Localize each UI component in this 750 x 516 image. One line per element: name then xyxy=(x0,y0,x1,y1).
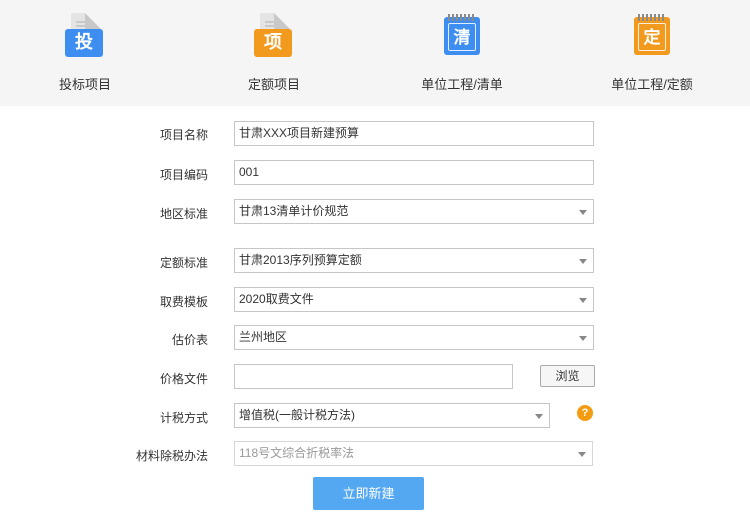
material-tax-value: 118号文综合折税率法 xyxy=(239,446,355,460)
create-now-button[interactable]: 立即新建 xyxy=(313,477,424,510)
tax-method-label: 计税方式 xyxy=(159,411,208,425)
project-name-label: 项目名称 xyxy=(159,128,208,142)
tab-unit-quota-label: 单位工程/定额 xyxy=(611,77,693,92)
quota-notebook-icon: 定 xyxy=(632,13,672,57)
tab-unit-quota[interactable]: 定 单位工程/定额 xyxy=(562,0,742,106)
project-code-label: 项目编码 xyxy=(159,168,208,182)
project-name-input[interactable]: 甘肃XXX项目新建预算 xyxy=(234,121,594,146)
project-type-tabs: 投 投标项目 项 定额项目 清 单位工程/清单 定 单位工程/定额 xyxy=(0,0,750,106)
material-tax-label: 材料除税办法 xyxy=(135,449,208,463)
quota-standard-label: 定额标准 xyxy=(159,256,208,270)
help-icon[interactable]: ? xyxy=(577,405,593,421)
quota-standard-select[interactable]: 甘肃2013序列预算定额 xyxy=(234,248,594,273)
dropdown-arrow-icon xyxy=(579,336,587,341)
tab-unit-list[interactable]: 清 单位工程/清单 xyxy=(372,0,552,106)
fee-template-value: 2020取费文件 xyxy=(239,292,314,306)
dropdown-arrow-icon xyxy=(578,452,586,457)
browse-button[interactable]: 浏览 xyxy=(540,365,595,387)
list-notebook-icon: 清 xyxy=(442,13,482,57)
price-table-select[interactable]: 兰州地区 xyxy=(234,325,594,350)
quota-standard-value: 甘肃2013序列预算定额 xyxy=(239,253,362,267)
tab-bid-project[interactable]: 投 投标项目 xyxy=(0,0,175,106)
quota-document-icon: 项 xyxy=(254,13,294,57)
bid-document-icon: 投 xyxy=(65,13,105,57)
price-file-input[interactable] xyxy=(234,364,513,389)
tab-unit-list-label: 单位工程/清单 xyxy=(421,77,503,92)
dropdown-arrow-icon xyxy=(579,259,587,264)
project-code-input[interactable]: 001 xyxy=(234,160,594,185)
fee-template-select[interactable]: 2020取费文件 xyxy=(234,287,594,312)
price-table-value: 兰州地区 xyxy=(239,330,288,344)
tax-method-select[interactable]: 增值税(一般计税方法) xyxy=(234,403,550,428)
tab-quota-project-label: 定额项目 xyxy=(247,77,300,92)
region-standard-select[interactable]: 甘肃13清单计价规范 xyxy=(234,199,594,224)
dropdown-arrow-icon xyxy=(579,298,587,303)
price-file-label: 价格文件 xyxy=(159,372,208,386)
tab-bid-project-label: 投标项目 xyxy=(58,77,111,92)
tab-quota-project[interactable]: 项 定额项目 xyxy=(184,0,364,106)
price-table-label: 估价表 xyxy=(171,333,208,347)
region-standard-label: 地区标准 xyxy=(159,207,208,221)
material-tax-select: 118号文综合折税率法 xyxy=(234,441,593,466)
tax-method-value: 增值税(一般计税方法) xyxy=(239,408,355,422)
dropdown-arrow-icon xyxy=(535,414,543,419)
dropdown-arrow-icon xyxy=(579,210,587,215)
region-standard-value: 甘肃13清单计价规范 xyxy=(239,204,349,218)
fee-template-label: 取费模板 xyxy=(159,295,208,309)
